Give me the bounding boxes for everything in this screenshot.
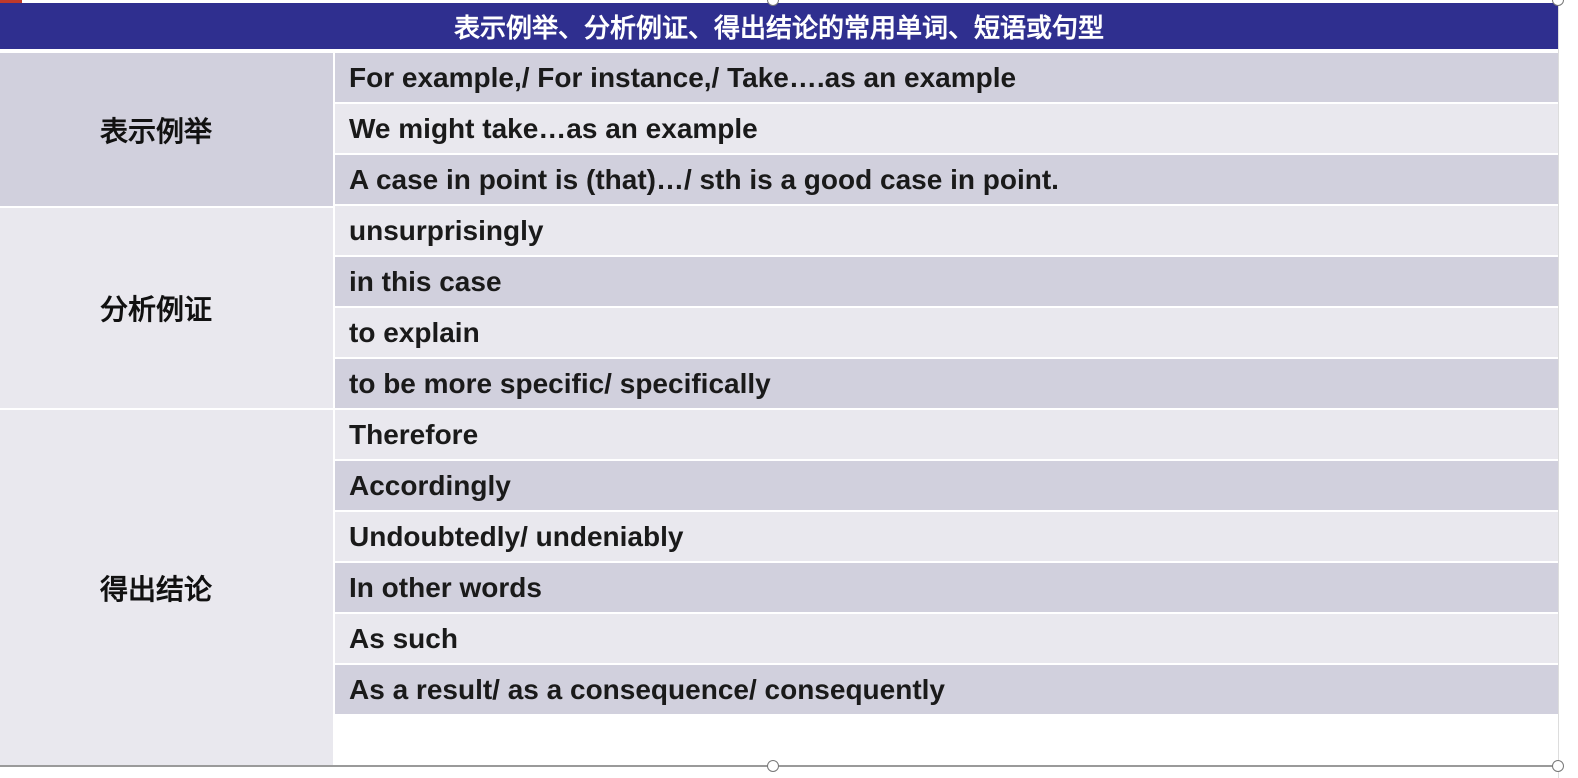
table-row: unsurprisingly	[335, 206, 1558, 257]
table-row: Accordingly	[335, 461, 1558, 512]
group-label-examples: 表示例举	[0, 53, 333, 206]
resize-handle-bottom-right[interactable]	[1552, 760, 1564, 772]
table-row: As such	[335, 614, 1558, 665]
window-edge	[1558, 0, 1578, 778]
slide: 表示例举、分析例证、得出结论的常用单词、短语或句型 表示例举 分析例证 得出结论…	[0, 0, 1558, 770]
table-row: Therefore	[335, 410, 1558, 461]
table-row: As a result/ as a consequence/ consequen…	[335, 665, 1558, 716]
resize-handle-bottom[interactable]	[767, 760, 779, 772]
table-row: in this case	[335, 257, 1558, 308]
table-row: to explain	[335, 308, 1558, 359]
table-row: A case in point is (that)…/ sth is a goo…	[335, 155, 1558, 206]
phrase-table: For example,/ For instance,/ Take….as an…	[335, 53, 1558, 770]
table-row: For example,/ For instance,/ Take….as an…	[335, 53, 1558, 104]
group-label-conclusion: 得出结论	[0, 408, 333, 766]
table-row: to be more specific/ specifically	[335, 359, 1558, 410]
table-row-empty	[335, 716, 1558, 770]
table-title: 表示例举、分析例证、得出结论的常用单词、短语或句型	[0, 3, 1558, 49]
group-label-analysis: 分析例证	[0, 206, 333, 408]
table-row: In other words	[335, 563, 1558, 614]
table-row: We might take…as an example	[335, 104, 1558, 155]
table-row: Undoubtedly/ undeniably	[335, 512, 1558, 563]
table-border-bottom	[0, 765, 1558, 767]
